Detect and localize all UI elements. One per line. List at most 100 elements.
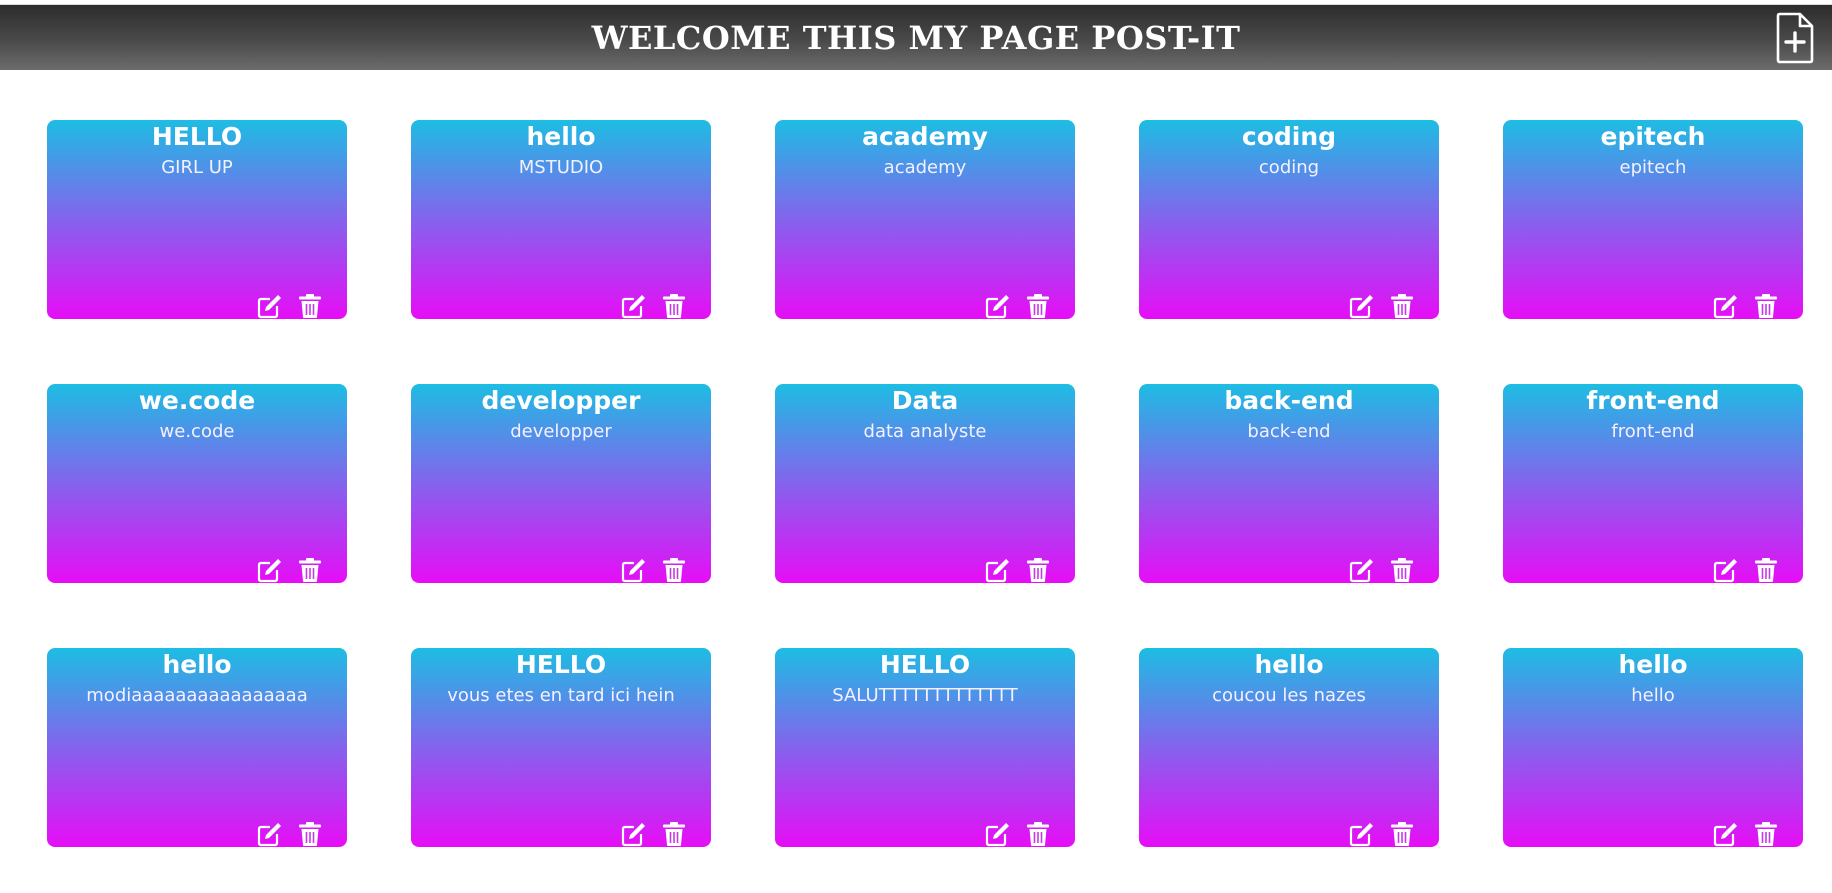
add-post-it-button[interactable]	[1774, 11, 1816, 65]
post-it-content: modiaaaaaaaaaaaaaaaa	[86, 685, 308, 706]
post-it-card: back-end back-end	[1139, 384, 1439, 583]
post-it-title: hello	[526, 122, 596, 151]
post-it-content: GIRL UP	[161, 157, 233, 178]
post-it-content: front-end	[1611, 421, 1695, 442]
post-it-content: epitech	[1619, 157, 1687, 178]
post-it-actions	[257, 557, 327, 583]
post-it-title: we.code	[138, 386, 256, 415]
edit-pencil-icon	[1349, 823, 1373, 847]
edit-button[interactable]	[621, 821, 647, 847]
trash-icon	[1755, 822, 1777, 846]
post-it-card: developper developper	[411, 384, 711, 583]
trash-icon	[299, 294, 321, 318]
post-it-actions	[985, 821, 1055, 847]
edit-button[interactable]	[1349, 821, 1375, 847]
edit-pencil-icon	[985, 823, 1009, 847]
post-it-title: epitech	[1600, 122, 1706, 151]
edit-button[interactable]	[1349, 557, 1375, 583]
post-it-content: we.code	[159, 421, 235, 442]
edit-button[interactable]	[1713, 293, 1739, 319]
trash-icon	[663, 822, 685, 846]
edit-button[interactable]	[257, 821, 283, 847]
delete-button[interactable]	[297, 293, 323, 319]
delete-button[interactable]	[661, 821, 687, 847]
post-it-actions	[621, 557, 691, 583]
post-it-card: academy academy	[775, 120, 1075, 319]
post-it-actions	[1349, 557, 1419, 583]
edit-button[interactable]	[621, 293, 647, 319]
post-it-title: Data	[891, 386, 959, 415]
trash-icon	[299, 558, 321, 582]
post-it-card: Data data analyste	[775, 384, 1075, 583]
post-it-card: hello coucou les nazes	[1139, 648, 1439, 847]
delete-button[interactable]	[297, 821, 323, 847]
trash-icon	[1755, 294, 1777, 318]
post-it-actions	[985, 293, 1055, 319]
post-it-actions	[621, 293, 691, 319]
edit-button[interactable]	[985, 821, 1011, 847]
edit-button[interactable]	[985, 293, 1011, 319]
delete-button[interactable]	[1025, 821, 1051, 847]
edit-pencil-icon	[257, 559, 281, 583]
edit-button[interactable]	[1349, 293, 1375, 319]
edit-button[interactable]	[257, 293, 283, 319]
trash-icon	[1027, 822, 1049, 846]
page-title: WELCOME THIS MY PAGE POST-IT	[591, 19, 1241, 57]
post-it-content: coding	[1258, 157, 1320, 178]
delete-button[interactable]	[1753, 293, 1779, 319]
post-it-card: coding coding	[1139, 120, 1439, 319]
post-it-actions	[985, 557, 1055, 583]
post-it-actions	[1349, 293, 1419, 319]
edit-pencil-icon	[1713, 295, 1737, 319]
post-it-title: HELLO	[151, 122, 243, 151]
post-it-content: MSTUDIO	[518, 157, 604, 178]
edit-pencil-icon	[1349, 559, 1373, 583]
post-it-content: data analyste	[863, 421, 987, 442]
edit-pencil-icon	[621, 559, 645, 583]
delete-button[interactable]	[661, 557, 687, 583]
page-header: WELCOME THIS MY PAGE POST-IT	[0, 5, 1832, 70]
delete-button[interactable]	[1389, 821, 1415, 847]
delete-button[interactable]	[1753, 557, 1779, 583]
post-it-title: hello	[1618, 650, 1688, 679]
post-it-card: HELLO SALUTTTTTTTTTTTTT	[775, 648, 1075, 847]
post-it-title: hello	[162, 650, 232, 679]
edit-pencil-icon	[1713, 823, 1737, 847]
edit-button[interactable]	[621, 557, 647, 583]
edit-button[interactable]	[985, 557, 1011, 583]
edit-button[interactable]	[1713, 821, 1739, 847]
delete-button[interactable]	[661, 293, 687, 319]
edit-button[interactable]	[257, 557, 283, 583]
post-it-actions	[1713, 293, 1783, 319]
post-it-content: academy	[883, 157, 967, 178]
edit-pencil-icon	[621, 295, 645, 319]
post-it-card: epitech epitech	[1503, 120, 1803, 319]
trash-icon	[1027, 294, 1049, 318]
delete-button[interactable]	[1389, 293, 1415, 319]
file-plus-icon	[1776, 12, 1814, 64]
edit-pencil-icon	[985, 295, 1009, 319]
post-it-card: HELLO GIRL UP	[47, 120, 347, 319]
delete-button[interactable]	[297, 557, 323, 583]
post-it-card: HELLO vous etes en tard ici hein	[411, 648, 711, 847]
post-it-content: developper	[510, 421, 612, 442]
delete-button[interactable]	[1389, 557, 1415, 583]
edit-pencil-icon	[257, 823, 281, 847]
post-it-card: hello modiaaaaaaaaaaaaaaaa	[47, 648, 347, 847]
post-it-title: academy	[862, 122, 988, 151]
edit-button[interactable]	[1713, 557, 1739, 583]
post-it-title: developper	[481, 386, 641, 415]
post-it-title: back-end	[1224, 386, 1354, 415]
post-it-title: front-end	[1586, 386, 1720, 415]
post-it-content: vous etes en tard ici hein	[447, 685, 675, 706]
post-it-content: SALUTTTTTTTTTTTTT	[832, 685, 1018, 706]
post-it-card: we.code we.code	[47, 384, 347, 583]
post-it-title: HELLO	[515, 650, 607, 679]
delete-button[interactable]	[1025, 557, 1051, 583]
delete-button[interactable]	[1753, 821, 1779, 847]
edit-pencil-icon	[1713, 559, 1737, 583]
trash-icon	[299, 822, 321, 846]
trash-icon	[663, 558, 685, 582]
post-it-card: hello hello	[1503, 648, 1803, 847]
delete-button[interactable]	[1025, 293, 1051, 319]
